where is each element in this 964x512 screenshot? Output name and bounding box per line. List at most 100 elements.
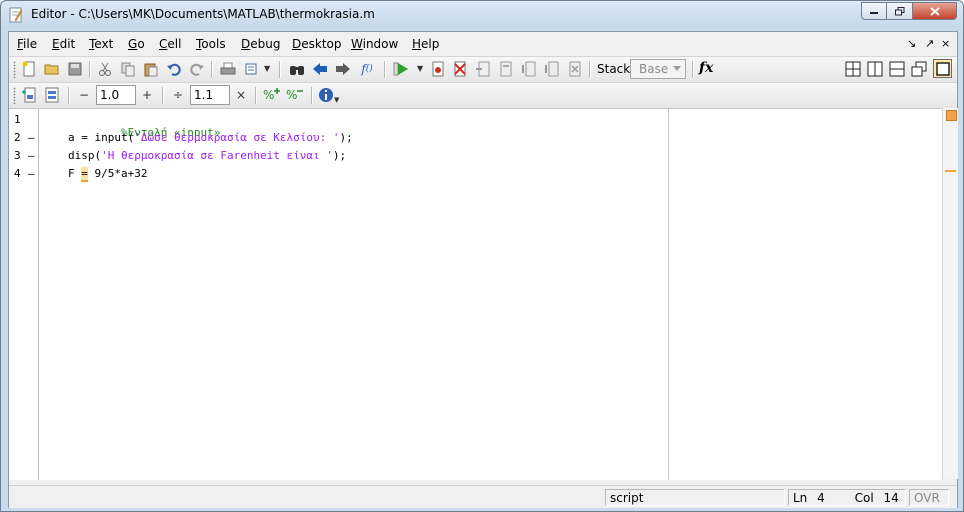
new-file-icon[interactable] xyxy=(20,60,38,78)
column-value: 14 xyxy=(883,491,899,505)
editor-window: Editor - C:\Users\MK\Documents\MATLAB\th… xyxy=(0,0,964,512)
menu-edit[interactable]: Edit xyxy=(52,37,75,51)
close-icon xyxy=(929,6,940,16)
close-button[interactable] xyxy=(913,2,957,20)
toolbar-separator xyxy=(692,61,694,78)
increment-button[interactable]: + xyxy=(138,86,156,104)
step-out-icon[interactable] xyxy=(520,60,538,78)
toolbar-grip[interactable] xyxy=(13,87,16,104)
line-label: Ln xyxy=(793,491,808,505)
minimize-icon xyxy=(870,12,878,14)
maximize-button[interactable] xyxy=(887,2,913,20)
code-string: 'Δώσε θερμοκρασία σε Κελσίου: ' xyxy=(134,131,340,144)
close-document-icon[interactable]: × xyxy=(941,37,950,50)
title-bar[interactable]: Editor - C:\Users\MK\Documents\MATLAB\th… xyxy=(1,1,963,30)
code-string: 'Η θερμοκρασία σε Farenheit είναι ' xyxy=(101,149,333,162)
cursor-position-status: Ln 4 Col 14 xyxy=(788,489,906,506)
cell-mode-icon[interactable] xyxy=(43,86,61,104)
toolbar-grip[interactable] xyxy=(13,61,16,78)
line-number: 2 xyxy=(14,131,21,144)
print-icon[interactable] xyxy=(219,60,237,78)
stack-label: Stack: xyxy=(597,62,635,76)
menu-debug[interactable]: Debug xyxy=(241,37,280,51)
file-type-status: script xyxy=(605,489,785,506)
paste-icon[interactable] xyxy=(142,60,160,78)
column-label: Col xyxy=(854,491,874,505)
forward-arrow-icon[interactable] xyxy=(334,60,352,78)
code-editor[interactable]: 1 2 – 3 – 4 – %Εντολή «input» a = input(… xyxy=(9,108,942,480)
code-token: 9/5*a+32 xyxy=(87,167,148,180)
warning-status-indicator[interactable] xyxy=(946,110,957,121)
menu-cell[interactable]: Cell xyxy=(159,37,181,51)
exit-debug-icon[interactable] xyxy=(566,60,584,78)
restore-icon xyxy=(894,6,904,15)
maximize-document-icon[interactable] xyxy=(933,59,952,78)
menu-tools[interactable]: Tools xyxy=(196,37,226,51)
cut-icon[interactable] xyxy=(96,60,114,78)
menu-bar: File Edit Text Go Cell Tools Debug Deskt… xyxy=(9,32,957,56)
comment-add-icon[interactable]: % xyxy=(263,86,281,104)
find-binoculars-icon[interactable] xyxy=(288,60,306,78)
minimize-button[interactable] xyxy=(861,2,887,20)
undock-arrow-icon[interactable]: ↗ xyxy=(925,37,934,50)
function-fx-icon[interactable]: fx xyxy=(699,60,713,76)
set-breakpoint-icon[interactable] xyxy=(429,60,447,78)
increment-value-field[interactable]: 1.0 xyxy=(96,85,136,105)
help-dropdown-icon[interactable]: ▼ xyxy=(334,96,339,104)
menu-text[interactable]: Text xyxy=(89,37,113,51)
toolbar-separator xyxy=(162,87,164,104)
menu-file[interactable]: File xyxy=(17,37,37,51)
dock-arrow-icon[interactable]: ↘ xyxy=(907,37,916,50)
print-preview-icon[interactable] xyxy=(243,60,261,78)
redo-icon[interactable] xyxy=(188,60,206,78)
comment-remove-icon[interactable]: % xyxy=(286,86,304,104)
message-bar[interactable] xyxy=(942,108,958,479)
decrement-button[interactable]: − xyxy=(75,86,93,104)
code-token: ); xyxy=(339,131,353,144)
menu-help[interactable]: Help xyxy=(412,37,439,51)
insert-cell-icon[interactable] xyxy=(20,86,38,104)
back-arrow-icon[interactable] xyxy=(311,60,329,78)
divide-button[interactable]: ÷ xyxy=(169,86,187,104)
code-line[interactable]: a = input('Δώσε θερμοκρασία σε Κελσίου: … xyxy=(68,131,353,144)
run-dropdown-icon[interactable]: ▼ xyxy=(417,64,423,73)
editor-document-icon xyxy=(9,7,23,23)
code-token: disp( xyxy=(68,149,102,162)
continue-icon[interactable] xyxy=(543,60,561,78)
code-line[interactable]: disp('Η θερμοκρασία σε Farenheit είναι '… xyxy=(68,149,346,162)
tile-vertical-icon[interactable] xyxy=(866,60,884,78)
right-text-margin xyxy=(668,109,669,480)
multiply-button[interactable]: × xyxy=(232,86,250,104)
menu-go[interactable]: Go xyxy=(128,37,145,51)
save-icon[interactable] xyxy=(66,60,84,78)
warning-line-marker[interactable] xyxy=(945,170,956,172)
toolbar-separator xyxy=(255,87,257,104)
line-number: 3 xyxy=(14,149,21,162)
breakpoint-marker[interactable]: – xyxy=(28,131,35,144)
tile-horizontal-icon[interactable] xyxy=(888,60,906,78)
undo-icon[interactable] xyxy=(165,60,183,78)
copy-icon[interactable] xyxy=(119,60,137,78)
step-icon[interactable] xyxy=(474,60,492,78)
run-icon[interactable] xyxy=(392,60,410,78)
tile-grid-icon[interactable] xyxy=(844,60,862,78)
mlint-warning-highlight[interactable]: = xyxy=(81,167,88,182)
float-window-icon[interactable] xyxy=(910,60,928,78)
step-in-icon[interactable] xyxy=(497,60,515,78)
toolbar-separator xyxy=(279,61,281,78)
breakpoint-marker[interactable]: – xyxy=(28,167,35,180)
help-info-icon[interactable] xyxy=(317,86,335,104)
dropdown-arrow-icon[interactable]: ▼ xyxy=(264,64,270,73)
stack-select[interactable]: Base xyxy=(630,59,686,79)
clear-breakpoints-icon[interactable] xyxy=(451,60,469,78)
function-browser-icon[interactable]: f() xyxy=(358,60,376,78)
menu-window[interactable]: Window xyxy=(351,37,398,51)
svg-text:%: % xyxy=(286,88,297,102)
menu-desktop[interactable]: Desktop xyxy=(292,37,342,51)
open-folder-icon[interactable] xyxy=(43,60,61,78)
multiplier-value-field[interactable]: 1.1 xyxy=(190,85,230,105)
stack-value: Base xyxy=(639,62,669,76)
window-title: Editor - C:\Users\MK\Documents\MATLAB\th… xyxy=(31,7,375,21)
breakpoint-marker[interactable]: – xyxy=(28,149,35,162)
code-line[interactable]: F = 9/5*a+32 xyxy=(68,167,148,182)
